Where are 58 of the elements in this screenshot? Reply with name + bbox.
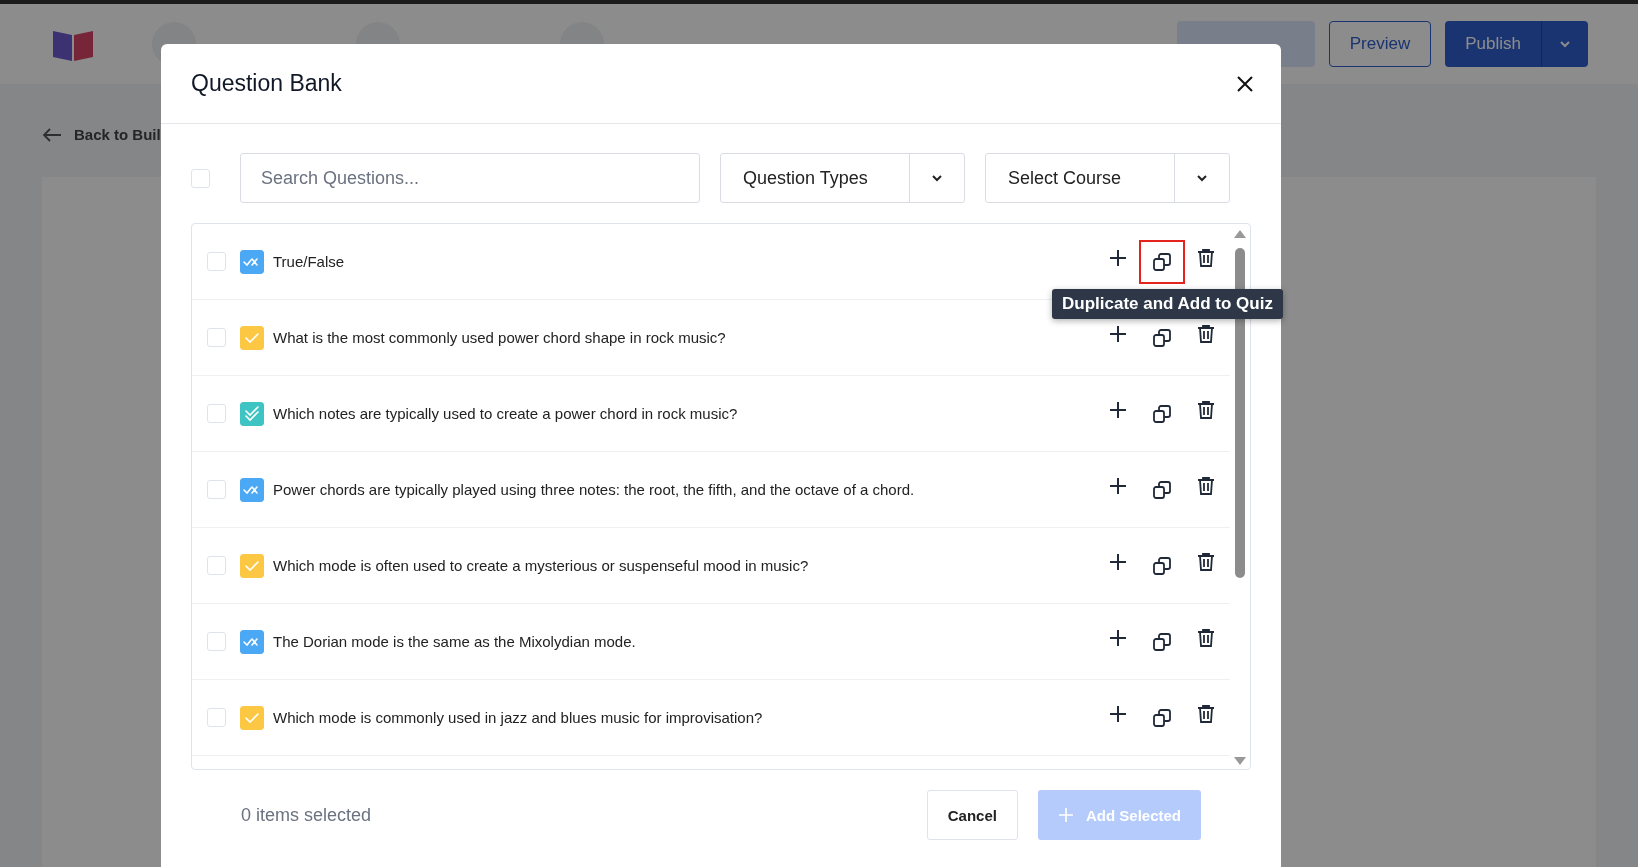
- copy-icon: [1152, 555, 1172, 576]
- row-checkbox[interactable]: [207, 632, 226, 651]
- plus-icon: [1109, 248, 1127, 267]
- trash-icon: [1197, 475, 1215, 496]
- question-type-icon: [240, 401, 264, 426]
- tooltip: Duplicate and Add to Quiz: [1052, 289, 1283, 319]
- duplicate-button[interactable]: [1139, 239, 1185, 284]
- question-type-icon: [240, 477, 264, 502]
- row-checkbox[interactable]: [207, 252, 226, 271]
- question-text: The Dorian mode is the same as the Mixolydian mode.: [273, 633, 637, 650]
- back-link[interactable]: Back to Buil: [74, 126, 161, 143]
- question-type-icon: [240, 249, 264, 274]
- cancel-button[interactable]: Cancel: [926, 790, 1018, 840]
- plus-icon: [1109, 476, 1127, 495]
- trash-icon: [1197, 323, 1215, 344]
- select-all-checkbox[interactable]: [191, 168, 210, 188]
- question-type-icon: [240, 629, 264, 654]
- selection-count: 0 items selected: [241, 804, 373, 826]
- plus-icon: [1057, 807, 1074, 823]
- close-icon: [1235, 73, 1255, 94]
- plus-icon: [1109, 400, 1127, 419]
- copy-icon: [1152, 479, 1172, 500]
- row-checkbox[interactable]: [207, 708, 226, 727]
- question-text: What is the most commonly used power chord shape in rock music?: [273, 329, 727, 346]
- scroll-up-icon[interactable]: [1234, 230, 1246, 238]
- row-checkbox[interactable]: [207, 556, 226, 575]
- question-type-icon: [240, 553, 264, 578]
- row-checkbox[interactable]: [207, 480, 226, 499]
- plus-icon: [1109, 552, 1127, 571]
- trash-icon: [1197, 399, 1215, 420]
- row-checkbox[interactable]: [207, 404, 226, 423]
- back-arrow-icon: [42, 127, 62, 142]
- plus-icon: [1109, 324, 1127, 343]
- trash-icon: [1197, 703, 1215, 724]
- copy-icon: [1152, 707, 1172, 728]
- course-dropdown[interactable]: Select Course: [985, 153, 1230, 203]
- copy-icon: [1152, 251, 1172, 272]
- question-text: True/False: [273, 253, 346, 270]
- question-type-icon: [240, 705, 264, 730]
- copy-icon: [1152, 631, 1172, 652]
- dialog-title: Question Bank: [191, 70, 342, 97]
- question-text: Power chords are typically played using three notes: the root, the fifth, and the octave of a chord.: [273, 481, 916, 498]
- trash-icon: [1197, 551, 1215, 572]
- plus-icon: [1109, 704, 1127, 723]
- scroll-down-icon[interactable]: [1234, 757, 1246, 765]
- row-checkbox[interactable]: [207, 328, 226, 347]
- copy-icon: [1152, 327, 1172, 348]
- copy-icon: [1152, 403, 1172, 424]
- question-type-icon: [240, 325, 264, 350]
- question-text: Which mode is often used to create a mysterious or suspenseful mood in music?: [273, 557, 810, 574]
- question-text: Which notes are typically used to create a power chord in rock music?: [273, 405, 739, 422]
- trash-icon: [1197, 627, 1215, 648]
- question-text: Which mode is commonly used in jazz and blues music for improvisation?: [273, 709, 764, 726]
- preview-button[interactable]: Preview: [1328, 21, 1432, 67]
- trash-icon: [1197, 247, 1215, 268]
- search-field[interactable]: Search Questions...: [240, 153, 700, 203]
- question-type-dropdown[interactable]: Question Types: [720, 153, 965, 203]
- plus-icon: [1109, 628, 1127, 647]
